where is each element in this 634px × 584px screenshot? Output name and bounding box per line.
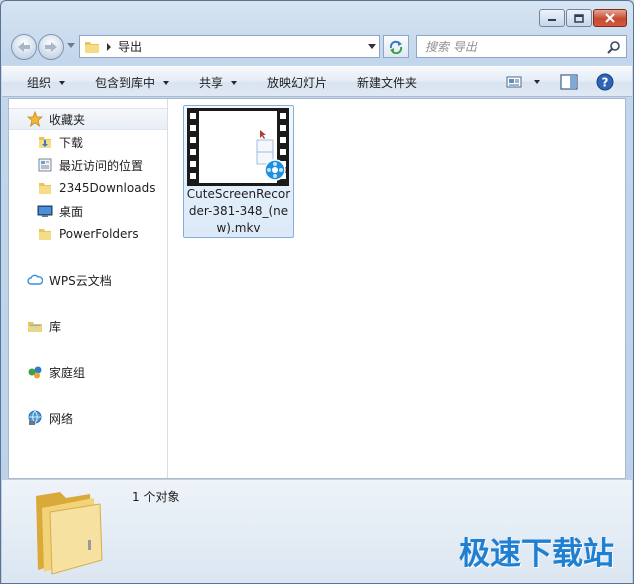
- library-icon: [28, 322, 42, 332]
- breadcrumb-current[interactable]: 导出: [118, 38, 142, 55]
- new-folder-label: 新建文件夹: [357, 76, 418, 90]
- minimize-button[interactable]: [539, 9, 565, 27]
- cloud-icon: [27, 274, 43, 285]
- include-in-library-label: 包含到库中: [95, 76, 156, 90]
- close-icon: [605, 13, 615, 23]
- nav-item-label: 下载: [59, 135, 84, 150]
- chevron-down-icon[interactable]: [534, 80, 540, 84]
- maximize-button[interactable]: [566, 9, 592, 27]
- maximize-icon: [574, 13, 584, 23]
- nav-item-label: 最近访问的位置: [59, 158, 144, 173]
- nav-item-downloads[interactable]: 下载: [37, 131, 83, 153]
- arrow-left-icon: [18, 42, 30, 52]
- recent-places-icon: [38, 158, 52, 172]
- folder-icon: [39, 183, 51, 194]
- preview-pane-button[interactable]: [560, 72, 578, 92]
- refresh-button[interactable]: [383, 35, 409, 58]
- nav-wps-cloud-label: WPS云文档: [49, 273, 112, 288]
- nav-item-label: PowerFolders: [59, 227, 139, 241]
- address-dropdown-icon[interactable]: [368, 44, 376, 49]
- nav-favorites-label: 收藏夹: [49, 112, 86, 127]
- include-in-library-button[interactable]: 包含到库中: [95, 74, 170, 91]
- item-count: 1 个对象: [132, 490, 180, 504]
- nav-libraries[interactable]: 库: [9, 315, 167, 337]
- arrow-right-icon: [45, 42, 57, 52]
- search-box[interactable]: [416, 35, 627, 58]
- chevron-down-icon: [231, 80, 238, 85]
- slideshow-label: 放映幻灯片: [267, 76, 328, 90]
- navigation-row: 导出: [9, 33, 627, 61]
- search-input[interactable]: [425, 39, 595, 54]
- nav-network[interactable]: 网络: [9, 407, 167, 429]
- change-view-button[interactable]: [506, 72, 540, 92]
- refresh-icon: [389, 40, 403, 54]
- share-button[interactable]: 共享: [199, 74, 238, 91]
- organize-button[interactable]: 组织: [27, 74, 66, 91]
- file-name: CuteScreenRecorder-381-348_(new).mkv: [186, 187, 291, 235]
- command-bar: 组织 包含到库中 共享 放映幻灯片 新建文件夹 ?: [2, 66, 632, 97]
- nav-item-label: 桌面: [59, 204, 84, 219]
- preview-pane-icon: [560, 74, 578, 90]
- file-item[interactable]: CuteScreenRecorder-381-348_(new).mkv: [183, 105, 294, 238]
- folder-icon: [39, 229, 51, 240]
- downloads-folder-icon: [39, 137, 51, 148]
- close-button[interactable]: [593, 9, 627, 27]
- nav-item-2345downloads[interactable]: 2345Downloads: [37, 177, 155, 199]
- folder-icon: [85, 41, 99, 53]
- address-bar[interactable]: 导出: [79, 35, 380, 58]
- nav-favorites[interactable]: 收藏夹: [9, 108, 167, 130]
- nav-item-powerfolders[interactable]: PowerFolders: [37, 223, 139, 245]
- back-button[interactable]: [11, 34, 37, 60]
- forward-button[interactable]: [38, 34, 64, 60]
- video-file-thumbnail-icon: [187, 108, 289, 186]
- breadcrumb-separator-icon[interactable]: [106, 42, 112, 51]
- large-folder-icon: [36, 492, 103, 575]
- nav-libraries-label: 库: [49, 319, 62, 334]
- navigation-pane: 收藏夹 下载 最近访问的位置 2345Downloads 桌面 PowerFol…: [9, 99, 168, 478]
- nav-item-label: 2345Downloads: [59, 181, 156, 195]
- search-icon[interactable]: [607, 40, 621, 54]
- network-icon: [28, 410, 42, 425]
- star-icon: [27, 111, 43, 127]
- chevron-down-icon: [163, 80, 170, 85]
- view-icon: [506, 76, 522, 88]
- homegroup-icon: [28, 366, 42, 379]
- explorer-window: 导出 组织 包含到库中 共享 放映幻灯片: [0, 0, 634, 584]
- share-label: 共享: [199, 76, 224, 90]
- minimize-icon: [548, 19, 556, 21]
- slideshow-button[interactable]: 放映幻灯片: [267, 74, 327, 91]
- help-button[interactable]: ?: [596, 72, 614, 92]
- desktop-icon: [37, 205, 53, 217]
- chevron-down-icon: [59, 80, 66, 85]
- content-area: 收藏夹 下载 最近访问的位置 2345Downloads 桌面 PowerFol…: [8, 98, 626, 479]
- nav-homegroup-label: 家庭组: [49, 365, 86, 380]
- nav-homegroup[interactable]: 家庭组: [9, 361, 167, 383]
- nav-network-label: 网络: [49, 411, 74, 426]
- nav-wps-cloud[interactable]: WPS云文档: [9, 269, 167, 291]
- watermark-logo-text: 极速下载站: [459, 536, 614, 572]
- new-folder-button[interactable]: 新建文件夹: [357, 74, 417, 91]
- svg-text:?: ?: [602, 76, 609, 90]
- nav-item-recent-places[interactable]: 最近访问的位置: [37, 154, 143, 176]
- nav-item-desktop[interactable]: 桌面: [37, 200, 83, 222]
- caption-buttons: [539, 9, 627, 27]
- file-list-pane: CuteScreenRecorder-381-348_(new).mkv: [169, 99, 625, 478]
- organize-label: 组织: [27, 76, 52, 90]
- help-icon: ?: [596, 73, 614, 91]
- details-pane: 1 个对象 极速下载站: [2, 479, 632, 583]
- recent-pages-dropdown-icon[interactable]: [67, 43, 75, 49]
